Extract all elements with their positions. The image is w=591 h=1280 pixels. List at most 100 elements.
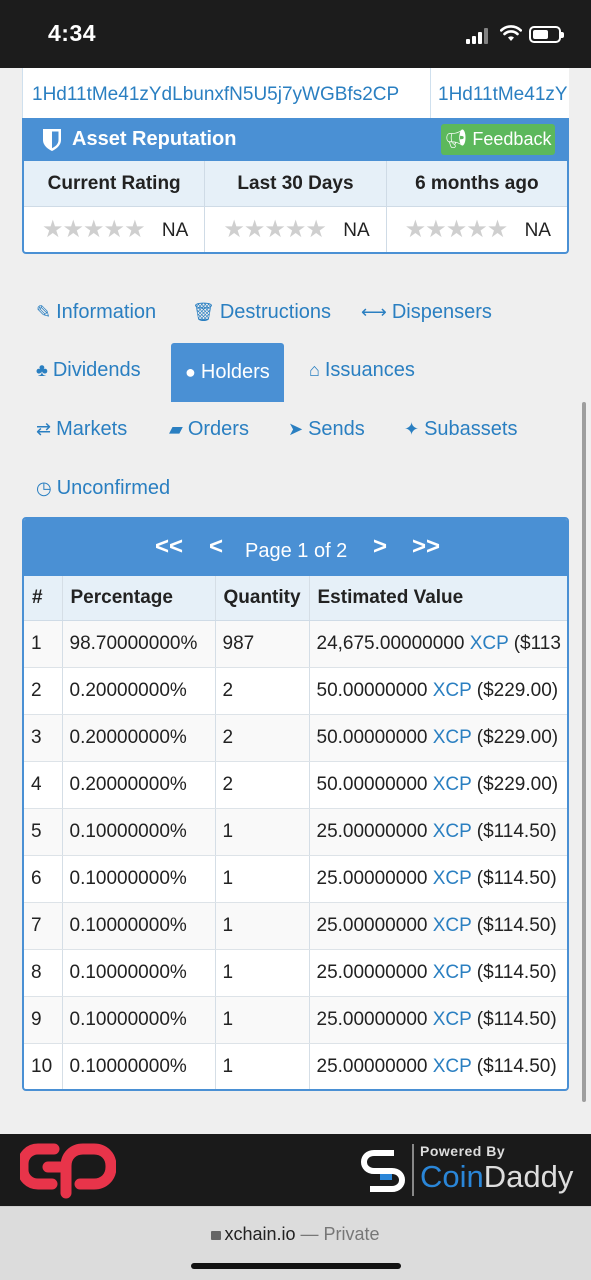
reputation-title: Asset Reputation	[72, 128, 237, 150]
tab-dispensers[interactable]: ⟷ Dispensers	[361, 301, 492, 324]
star-rating-icon[interactable]: ★★★★★	[223, 215, 327, 244]
xcp-link[interactable]: XCP	[433, 680, 472, 701]
table-row: 10 0.10000000% 1 25.00000000 XCP ($114.50)	[24, 1043, 567, 1089]
tab-unconfirmed[interactable]: ◷ Unconfirmed	[36, 477, 170, 500]
estimated-value: 25.00000000	[316, 867, 428, 889]
star-rating-icon[interactable]: ★★★★★	[42, 215, 146, 244]
xcp-link[interactable]: XCP	[470, 633, 509, 654]
quantity-cell: 1	[215, 949, 310, 997]
estimated-value-cell: 50.00000000 XCP ($229.00)	[309, 667, 567, 715]
coindaddy-logo-icon[interactable]	[358, 1143, 414, 1199]
reputation-columns: Current Rating Last 30 Days 6 months ago	[24, 161, 567, 207]
xcp-link[interactable]: XCP	[433, 915, 472, 936]
next-page-icon[interactable]: >	[373, 533, 387, 561]
column-6-months-ago: 6 months ago	[415, 173, 539, 194]
wifi-icon	[500, 25, 522, 41]
tab-information[interactable]: ✎ Information	[36, 301, 156, 324]
column-header: Quantity	[215, 576, 310, 621]
usd-value: ($229.00)	[476, 773, 559, 795]
tab-issuances[interactable]: ⌂ Issuances	[309, 359, 415, 382]
quantity-cell: 1	[215, 996, 310, 1044]
estimated-value: 25.00000000	[316, 914, 428, 936]
home-indicator[interactable]	[191, 1263, 401, 1269]
holders-table: # Percentage Quantity Estimated Value 19…	[24, 576, 567, 1089]
tab-holders[interactable]: ● Holders	[171, 343, 284, 402]
paper-plane-icon: ➤	[288, 419, 304, 439]
table-row: 9 0.10000000% 1 25.00000000 XCP ($114.50)	[24, 996, 567, 1044]
tab-dividends[interactable]: ♣ Dividends	[36, 359, 141, 382]
xcp-link[interactable]: XCP	[433, 1056, 472, 1077]
table-header-row: # Percentage Quantity Estimated Value	[24, 576, 567, 621]
address-row: 1Hd11tMe41zYdLbunxfN5U5j7yWGBfs2CP 1Hd11…	[22, 68, 569, 118]
counterparty-logo-icon[interactable]	[20, 1143, 116, 1199]
estimated-value: 50.00000000	[316, 679, 428, 701]
tab-label: Issuances	[324, 359, 415, 381]
asset-reputation-panel: Asset Reputation 📢︎ Feedback Current Rat…	[22, 118, 569, 254]
xcp-link[interactable]: XCP	[433, 1009, 472, 1030]
tab-destructions[interactable]: 🗑 Destructions	[192, 301, 331, 324]
percentage-cell: 0.10000000%	[62, 855, 216, 903]
percentage-cell: 0.20000000%	[62, 667, 216, 715]
address-link[interactable]: 1Hd11tMe41zYdLbunxfN5U5j7yWGBfs2CP	[32, 84, 399, 106]
browser-address-bar[interactable]: xchain.io — Private	[0, 1206, 591, 1280]
sitemap-icon: ♣	[36, 360, 48, 380]
column-header: #	[24, 576, 63, 621]
first-page-icon[interactable]: <<	[155, 533, 183, 561]
quantity-cell: 1	[215, 1043, 310, 1089]
percentage-cell: 0.10000000%	[62, 949, 216, 997]
usd-value: ($114.50)	[476, 961, 557, 983]
tab-markets[interactable]: ⇄ Markets	[36, 418, 127, 441]
usd-value: ($113	[513, 632, 561, 654]
signal-icon	[466, 28, 488, 44]
arrows-h-icon: ⟷	[361, 302, 387, 322]
estimated-value-cell: 25.00000000 XCP ($114.50)	[309, 855, 567, 903]
scrollbar[interactable]	[582, 402, 586, 1102]
estimated-value-cell: 24,675.00000000 XCP ($113	[309, 620, 567, 668]
book-icon: ▰	[169, 419, 183, 439]
estimated-value-cell: 25.00000000 XCP ($114.50)	[309, 808, 567, 856]
rating-cell: ★★★★★ NA	[24, 207, 206, 252]
column-header: Estimated Value	[309, 576, 567, 621]
bank-icon: ⌂	[309, 360, 320, 380]
xcp-link[interactable]: XCP	[433, 868, 472, 889]
address-link[interactable]: 1Hd11tMe41zY	[438, 84, 568, 106]
prev-page-icon[interactable]: <	[209, 533, 223, 561]
table-row: 1 98.70000000% 987 24,675.00000000 XCP ($11…	[24, 620, 567, 668]
xcp-link[interactable]: XCP	[433, 962, 472, 983]
tab-orders[interactable]: ▰ Orders	[169, 418, 249, 441]
holders-panel: << < Page 1 of 2 > >> # Percentage Quant…	[22, 517, 569, 1091]
coindaddy-brand[interactable]: CoinDaddy	[420, 1159, 573, 1195]
rank-cell: 5	[24, 808, 63, 856]
rank-cell: 3	[24, 714, 63, 762]
star-rating-icon[interactable]: ★★★★★	[405, 215, 509, 244]
estimated-value-cell: 25.00000000 XCP ($114.50)	[309, 996, 567, 1044]
rating-value: NA	[161, 220, 189, 241]
tab-label: Sends	[308, 418, 365, 440]
percentage-cell: 0.20000000%	[62, 761, 216, 809]
tab-label: Markets	[56, 418, 128, 440]
column-last-30-days: Last 30 Days	[205, 161, 387, 206]
xcp-link[interactable]: XCP	[433, 774, 472, 795]
status-time: 4:34	[48, 20, 97, 46]
quantity-cell: 987	[215, 620, 310, 668]
tab-sends[interactable]: ➤ Sends	[288, 418, 365, 441]
url-display[interactable]: xchain.io — Private	[0, 1224, 591, 1245]
tab-subassets[interactable]: ✦ Subassets	[404, 418, 517, 441]
tab-label: Subassets	[424, 418, 518, 440]
last-page-icon[interactable]: >>	[412, 533, 440, 561]
tab-label: Unconfirmed	[56, 477, 171, 499]
estimated-value: 24,675.00000000	[316, 632, 465, 654]
tab-label: Destructions	[219, 301, 332, 323]
rank-cell: 6	[24, 855, 63, 903]
xcp-link[interactable]: XCP	[433, 727, 472, 748]
site-footer: Powered By CoinDaddy	[0, 1134, 591, 1206]
percentage-cell: 0.10000000%	[62, 902, 216, 950]
xcp-link[interactable]: XCP	[433, 821, 472, 842]
feedback-button[interactable]: 📢︎ Feedback	[441, 124, 555, 155]
lock-icon	[211, 1231, 222, 1240]
status-bar: 4:34	[0, 0, 591, 68]
tab-label: Dispensers	[391, 301, 492, 323]
table-row: 4 0.20000000% 2 50.00000000 XCP ($229.00)	[24, 761, 567, 809]
usd-value: ($114.50)	[476, 867, 557, 889]
quantity-cell: 1	[215, 902, 310, 950]
